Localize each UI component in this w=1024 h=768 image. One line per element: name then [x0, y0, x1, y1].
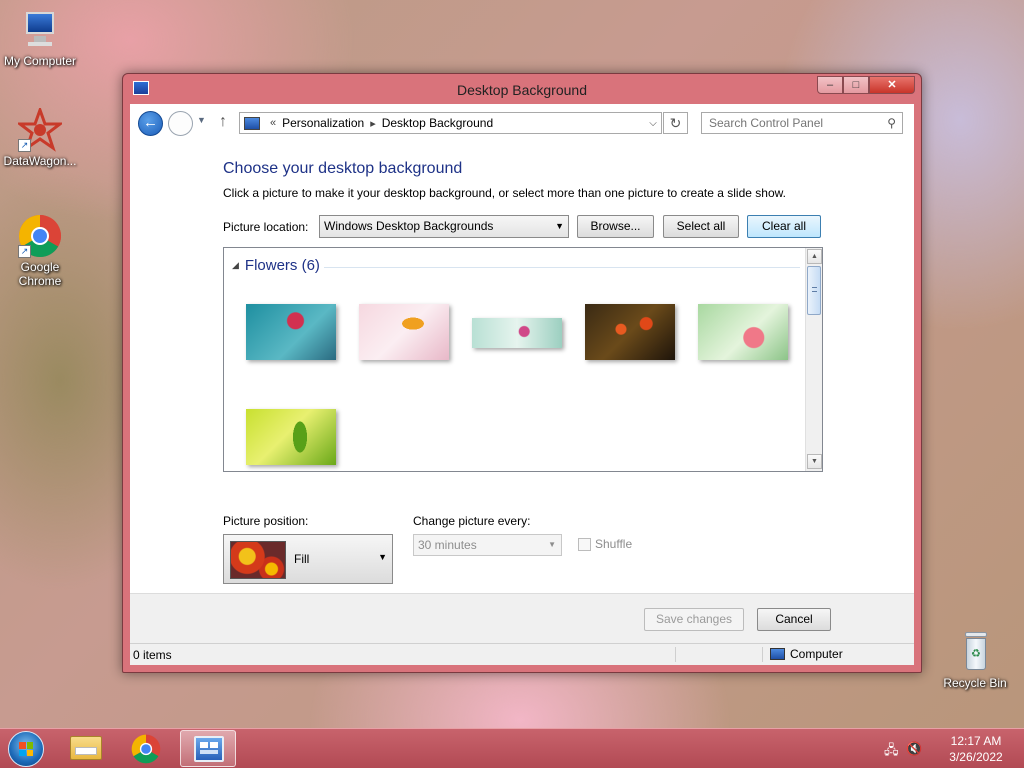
up-arrow-icon[interactable]: ↑	[219, 113, 227, 131]
collapse-triangle-icon[interactable]: ◢	[232, 260, 239, 270]
desktop-icon-my-computer[interactable]: My Computer	[0, 8, 80, 68]
taskbar-chrome[interactable]	[118, 730, 174, 767]
control-panel-icon	[244, 116, 260, 130]
chevron-down-icon[interactable]: ⌵	[645, 118, 661, 129]
shuffle-checkbox[interactable]: Shuffle	[578, 537, 632, 551]
picture-location-value: Windows Desktop Backgrounds	[324, 219, 494, 233]
network-icon[interactable]: 🖧	[884, 741, 899, 763]
grip-icon	[812, 287, 817, 292]
clock-time[interactable]: 12:17 AM	[946, 734, 1006, 748]
computer-icon	[770, 648, 785, 660]
chrome-icon: ↗	[18, 214, 62, 258]
zone-indicator: Computer	[770, 647, 843, 661]
control-panel-icon	[194, 736, 224, 762]
chevron-down-icon: ▼	[548, 540, 556, 549]
select-all-button[interactable]: Select all	[663, 215, 739, 238]
desktop-icon-datawagon[interactable]: ↗ DataWagon...	[0, 105, 80, 168]
group-name: Flowers (6)	[244, 257, 320, 274]
status-divider	[675, 647, 676, 662]
chevron-right-icon[interactable]: ▸	[370, 117, 376, 130]
window-controls: ‒ □ ✕	[817, 76, 915, 94]
recycle-bin-icon: ♻	[953, 630, 997, 674]
clear-all-button[interactable]: Clear all	[747, 215, 821, 238]
search-box[interactable]: ⚲	[701, 112, 903, 134]
breadcrumb-desktop-background[interactable]: Desktop Background	[382, 116, 493, 130]
position-preview-image	[230, 541, 286, 579]
wallpaper-thumbnail-3[interactable]	[472, 318, 562, 348]
clock-date[interactable]: 3/26/2022	[946, 750, 1006, 764]
group-divider	[324, 267, 800, 268]
back-arrow-icon[interactable]: ←	[138, 111, 163, 136]
page-description: Click a picture to make it your desktop …	[223, 186, 786, 200]
change-picture-value: 30 minutes	[418, 538, 477, 552]
datawagon-icon: ↗	[15, 105, 65, 152]
address-bar[interactable]: « Personalization ▸ Desktop Background ⌵	[239, 112, 662, 134]
close-button[interactable]: ✕	[869, 76, 915, 94]
items-count: 0 items	[133, 648, 172, 662]
picture-position-label: Picture position:	[223, 514, 309, 528]
picture-position-select[interactable]: Fill ▼	[223, 534, 393, 584]
breadcrumb-personalization[interactable]: Personalization	[282, 116, 364, 130]
search-input[interactable]	[709, 116, 879, 130]
chrome-icon	[131, 734, 161, 764]
picture-position-value: Fill	[294, 552, 310, 566]
browse-button[interactable]: Browse...	[577, 215, 654, 238]
scroll-up-icon[interactable]: ▲	[807, 249, 822, 264]
main-content: Choose your desktop background Click a p…	[130, 144, 914, 593]
page-title: Choose your desktop background	[223, 160, 463, 177]
start-button[interactable]	[8, 731, 44, 767]
window-client: ← ▼ ↑ « Personalization ▸ Desktop Backgr…	[130, 104, 914, 665]
wallpaper-thumbnail-1[interactable]	[246, 304, 336, 360]
picture-location-label: Picture location:	[223, 220, 309, 234]
system-tray: 🖧 🔇 12:17 AM 3/26/2022	[884, 729, 1024, 768]
group-header[interactable]: ◢ Flowers (6)	[232, 257, 320, 274]
dialog-footer: Save changes Cancel	[130, 593, 914, 643]
taskbar-control-panel[interactable]	[180, 730, 236, 767]
change-picture-label: Change picture every:	[413, 514, 531, 528]
taskbar-file-explorer[interactable]	[58, 730, 114, 767]
zone-label: Computer	[790, 647, 843, 661]
scrollbar-thumb[interactable]	[807, 266, 821, 315]
window-title: Desktop Background	[457, 82, 587, 98]
maximize-button[interactable]: □	[843, 76, 869, 94]
cancel-button[interactable]: Cancel	[757, 608, 831, 631]
desktop-background-window: Desktop Background ‒ □ ✕ ← ▼ ↑ « Persona…	[122, 73, 922, 673]
gallery-scrollbar[interactable]: ▲ ▼	[805, 248, 822, 471]
scroll-down-icon[interactable]: ▼	[807, 454, 822, 469]
desktop-icon-label: Google Chrome	[18, 260, 62, 288]
desktop-icon-recycle-bin[interactable]: ♻ Recycle Bin	[935, 630, 1015, 690]
save-changes-button[interactable]: Save changes	[644, 608, 744, 631]
refresh-icon[interactable]: ↻	[663, 112, 688, 134]
windows-logo-icon	[19, 742, 33, 756]
taskbar: 🖧 🔇 12:17 AM 3/26/2022	[0, 728, 1024, 768]
volume-muted-icon[interactable]: 🔇	[906, 741, 922, 757]
breadcrumb-overflow[interactable]: «	[270, 117, 276, 129]
minimize-button[interactable]: ‒	[817, 76, 843, 94]
shuffle-label: Shuffle	[595, 537, 633, 551]
status-divider	[762, 647, 763, 662]
desktop-icon-google-chrome[interactable]: ↗ Google Chrome	[0, 214, 80, 288]
title-bar[interactable]: Desktop Background ‒ □ ✕	[123, 74, 921, 104]
search-icon[interactable]: ⚲	[887, 116, 896, 130]
chevron-down-icon: ▼	[378, 552, 387, 562]
file-explorer-icon	[70, 736, 102, 760]
checkbox-box[interactable]	[578, 537, 591, 551]
wallpaper-thumbnail-2[interactable]	[359, 304, 449, 360]
desktop-icon-label: DataWagon...	[3, 154, 77, 168]
picture-gallery: ◢ Flowers (6) ▲ ▼	[223, 247, 823, 472]
forward-arrow-icon[interactable]	[168, 111, 193, 136]
status-bar: 0 items Computer	[130, 643, 914, 665]
picture-location-select[interactable]: Windows Desktop Backgrounds ▼	[319, 215, 569, 238]
wallpaper-thumbnail-6[interactable]	[246, 409, 336, 465]
navigation-bar: ← ▼ ↑ « Personalization ▸ Desktop Backgr…	[130, 104, 914, 144]
chevron-down-icon: ▼	[555, 221, 564, 231]
computer-icon	[18, 8, 62, 52]
desktop-icon-label: Recycle Bin	[943, 676, 1007, 690]
wallpaper-thumbnail-5[interactable]	[698, 304, 788, 360]
wallpaper-thumbnail-4[interactable]	[585, 304, 675, 360]
change-picture-select[interactable]: 30 minutes ▼	[413, 534, 562, 556]
recent-pages-icon[interactable]: ▼	[197, 115, 206, 125]
desktop-icon-label: My Computer	[3, 54, 77, 68]
